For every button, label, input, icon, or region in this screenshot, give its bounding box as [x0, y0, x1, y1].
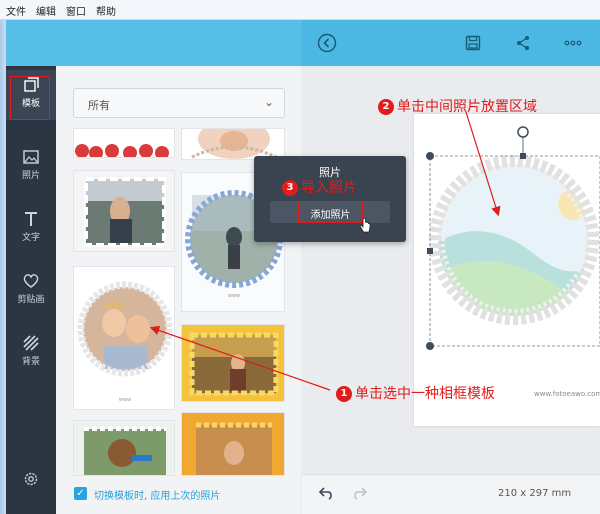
page-size-label: 210 x 297 mm	[498, 488, 572, 499]
menu-window[interactable]: 窗口	[60, 0, 90, 18]
svg-text:www: www	[119, 397, 131, 403]
annotation-step-3: 3 导入照片	[282, 177, 357, 197]
back-icon[interactable]	[316, 32, 338, 54]
apply-last-photo-checkbox[interactable]: ✓	[74, 487, 87, 500]
gear-icon	[24, 472, 38, 486]
menu-help[interactable]: 帮助	[90, 0, 120, 18]
template-thumbnail-puzzle[interactable]	[73, 170, 175, 252]
app-window: 模板 照片 文字 剪贴画 背景 所有 ⌄ www www ✓ 切换模板时, 应用…	[6, 20, 600, 514]
annotation-text: 单击中间照片放置区域	[397, 99, 537, 115]
annotation-text: 单击选中一种相框模板	[355, 386, 495, 402]
undo-icon[interactable]	[318, 486, 334, 503]
add-photo-label: 添加照片	[310, 210, 351, 221]
share-icon[interactable]	[512, 32, 534, 54]
sidebar-item-photo[interactable]: 照片	[6, 142, 56, 192]
sidebar: 模板 照片 文字 剪贴画 背景	[6, 66, 56, 514]
template-thumbnail-leaves[interactable]	[181, 412, 285, 476]
redo-icon[interactable]	[352, 486, 368, 503]
svg-text:www: www	[228, 293, 240, 299]
template-thumbnail-dog[interactable]	[73, 420, 175, 476]
template-thumbnail-strawberry[interactable]	[73, 128, 175, 158]
top-toolbar	[6, 20, 600, 66]
step-number: 1	[336, 386, 352, 402]
template-panel: 所有 ⌄ www www ✓ 切换模板时, 应用上次的照片	[56, 66, 301, 514]
category-select-value: 所有	[88, 99, 110, 112]
text-icon	[25, 212, 37, 226]
add-photo-button[interactable]: 添加照片	[270, 201, 390, 223]
canvas-area: www.fotoeawo.com	[302, 66, 600, 474]
bottom-toolbar: 210 x 297 mm	[302, 474, 600, 514]
sidebar-item-label: 文字	[21, 233, 40, 243]
save-icon[interactable]	[462, 32, 484, 54]
background-icon	[23, 335, 39, 351]
sidebar-item-text[interactable]: 文字	[6, 204, 56, 254]
annotation-step-1: 1 单击选中一种相框模板	[336, 383, 495, 403]
sidebar-item-label: 剪贴画	[17, 295, 45, 305]
sidebar-item-background[interactable]: 背景	[6, 328, 56, 378]
watermark-text: www.fotoeawo.com	[534, 390, 600, 398]
settings-button[interactable]	[6, 464, 56, 514]
menu-file[interactable]: 文件	[0, 0, 30, 18]
sidebar-item-template[interactable]: 模板	[6, 70, 56, 120]
step-number: 3	[282, 180, 298, 196]
photo-icon	[23, 150, 39, 164]
clipart-icon	[23, 274, 39, 288]
template-thumbnail-autumn[interactable]	[181, 324, 285, 402]
sidebar-item-clipart[interactable]: 剪贴画	[6, 266, 56, 316]
apply-last-photo-label: 切换模板时, 应用上次的照片	[94, 491, 221, 502]
sidebar-item-label: 照片	[21, 171, 40, 181]
canvas-page: www.fotoeawo.com	[414, 114, 600, 426]
photo-popup: 照片 添加照片	[254, 156, 406, 242]
menu-edit[interactable]: 编辑	[30, 0, 60, 18]
more-icon[interactable]	[562, 32, 584, 54]
annotation-text: 导入照片	[301, 180, 357, 196]
chevron-down-icon: ⌄	[263, 95, 274, 109]
step-number: 2	[378, 99, 394, 115]
cursor-icon	[359, 217, 371, 237]
category-select[interactable]: 所有 ⌄	[73, 88, 285, 118]
menu-bar: 文件 编辑 窗口 帮助	[0, 0, 600, 20]
annotation-step-2: 2 单击中间照片放置区域	[378, 96, 537, 116]
highlight-box	[10, 76, 50, 120]
template-thumbnail-lace-circle[interactable]: www	[73, 266, 175, 410]
panel-footer: ✓ 切换模板时, 应用上次的照片	[56, 476, 301, 514]
sidebar-item-label: 背景	[21, 357, 40, 367]
